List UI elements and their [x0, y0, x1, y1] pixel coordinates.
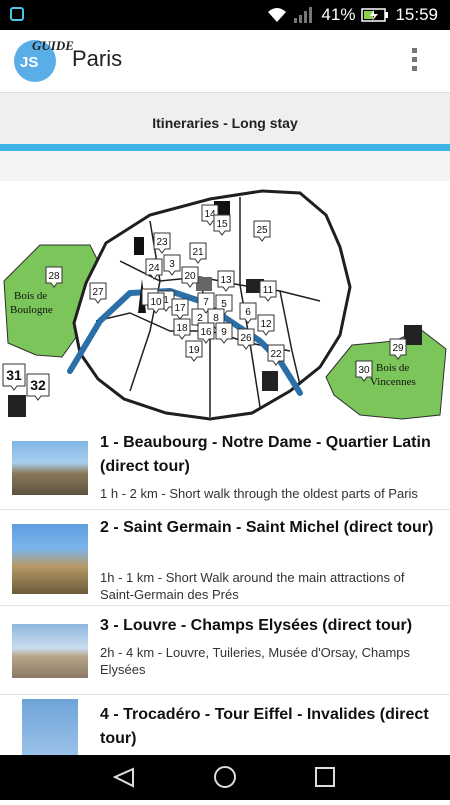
logo-top-text: GUIDE — [32, 38, 74, 53]
map-marker-label: 18 — [176, 323, 188, 334]
itinerary-title: 2 - Saint Germain - Saint Michel (direct… — [100, 519, 434, 536]
list-item[interactable]: 3 - Louvre - Champs Elysées (direct tour… — [0, 606, 450, 695]
itinerary-description: 1h - 1 km - Short Walk around the main a… — [100, 570, 405, 602]
app-title: Paris — [72, 46, 123, 71]
clock: 15:59 — [395, 5, 438, 24]
louvre-thumbnail — [12, 624, 88, 678]
castle-icon — [8, 395, 26, 417]
map-marker-label: 17 — [174, 303, 186, 314]
map-marker-label: 19 — [188, 345, 200, 356]
status-bar: 41% 15:59 — [0, 0, 450, 30]
accent-bar — [0, 144, 450, 151]
map-marker-label: 13 — [220, 275, 232, 286]
notre-dame-icon — [262, 371, 278, 391]
map-marker-label: 5 — [221, 299, 227, 310]
battery-percent: 41% — [321, 5, 356, 24]
bois-boulogne-label-2: Boulogne — [10, 304, 53, 316]
map-marker-label: 11 — [263, 285, 274, 296]
map-marker-label: 27 — [92, 287, 104, 298]
list-item[interactable]: 1 - Beaubourg - Notre Dame - Quartier La… — [0, 425, 450, 510]
map-marker-label: 8 — [213, 313, 219, 324]
list-item[interactable]: 4 - Trocadéro - Tour Eiffel - Invalides … — [0, 695, 450, 761]
map-marker-31[interactable]: 31 — [2, 363, 26, 391]
section-header: Itineraries - Long stay — [0, 92, 450, 145]
itinerary-list: 1 - Beaubourg - Notre Dame - Quartier La… — [0, 425, 450, 761]
spacer — [0, 151, 450, 181]
app-bar: GUIDE JS Paris — [0, 30, 450, 90]
itinerary-title: 3 - Louvre - Champs Elysées (direct tour… — [100, 617, 413, 634]
itinerary-title: 1 - Beaubourg - Notre Dame - Quartier La… — [100, 434, 431, 475]
map-marker-label: 20 — [184, 271, 196, 282]
itinerary-description: 2h - 4 km - Louvre, Tuileries, Musée d'O… — [100, 645, 411, 677]
map-marker-label: 16 — [200, 327, 212, 338]
map-marker-label: 12 — [260, 319, 272, 330]
notre-dame-thumbnail — [12, 441, 88, 495]
map-marker-label: 7 — [203, 297, 209, 308]
map-marker-label: 31 — [6, 367, 22, 383]
list-item[interactable]: 2 - Saint Germain - Saint Michel (direct… — [0, 510, 450, 606]
map-marker-label: 30 — [358, 365, 370, 376]
map-marker-label: 29 — [392, 343, 404, 354]
saint-germain-thumbnail — [12, 524, 88, 594]
navigation-bar — [0, 755, 450, 800]
monument-icon — [134, 237, 144, 255]
app-notification-icon — [10, 7, 24, 21]
chateau-vincennes-icon — [404, 325, 422, 345]
map-marker-label: 10 — [150, 297, 162, 308]
bois-vincennes-label-1: Bois de — [376, 362, 409, 374]
map-illustration: 1234567891011121314151617181920212223242… — [2, 189, 447, 421]
eiffel-tower-thumbnail — [22, 699, 78, 759]
bois-boulogne-label-1: Bois de — [14, 290, 47, 302]
back-icon[interactable] — [112, 767, 134, 788]
map-marker-label: 9 — [221, 327, 227, 338]
itinerary-description: 1 h - 2 km - Short walk through the olde… — [100, 486, 418, 501]
bois-vincennes-label-2: Vincennes — [370, 376, 416, 388]
signal-icon — [294, 7, 313, 23]
map-marker-label: 26 — [240, 333, 252, 344]
wifi-icon — [268, 8, 287, 22]
map-marker-label: 28 — [48, 271, 60, 282]
map-marker-label: 6 — [245, 307, 251, 318]
itinerary-title: 4 - Trocadéro - Tour Eiffel - Invalides … — [100, 706, 429, 747]
home-icon[interactable] — [214, 766, 236, 788]
map-marker-label: 24 — [148, 263, 160, 274]
app-logo: GUIDE JS — [14, 38, 74, 82]
map-marker-label: 21 — [192, 247, 204, 258]
map-marker-label: 22 — [270, 349, 282, 360]
bois-de-vincennes-area — [325, 328, 447, 420]
logo-bottom-text: JS — [20, 54, 39, 71]
overflow-menu-icon[interactable] — [412, 48, 418, 75]
map-marker-label: 25 — [256, 225, 268, 236]
nav-buttons — [112, 766, 335, 788]
recents-icon[interactable] — [315, 767, 335, 787]
map-marker-label: 2 — [197, 313, 203, 324]
map-marker-label: 15 — [216, 219, 228, 230]
map-marker-label: 3 — [169, 259, 175, 270]
map-marker-label: 23 — [156, 237, 168, 248]
map-marker-32[interactable]: 32 — [26, 373, 50, 401]
map-marker-label: 32 — [30, 377, 46, 393]
paris-map[interactable]: 1234567891011121314151617181920212223242… — [0, 181, 450, 425]
section-title: Itineraries - Long stay — [152, 115, 298, 131]
battery-charging-icon — [361, 8, 389, 22]
status-bar-right: 41% 15:59 — [267, 5, 438, 25]
